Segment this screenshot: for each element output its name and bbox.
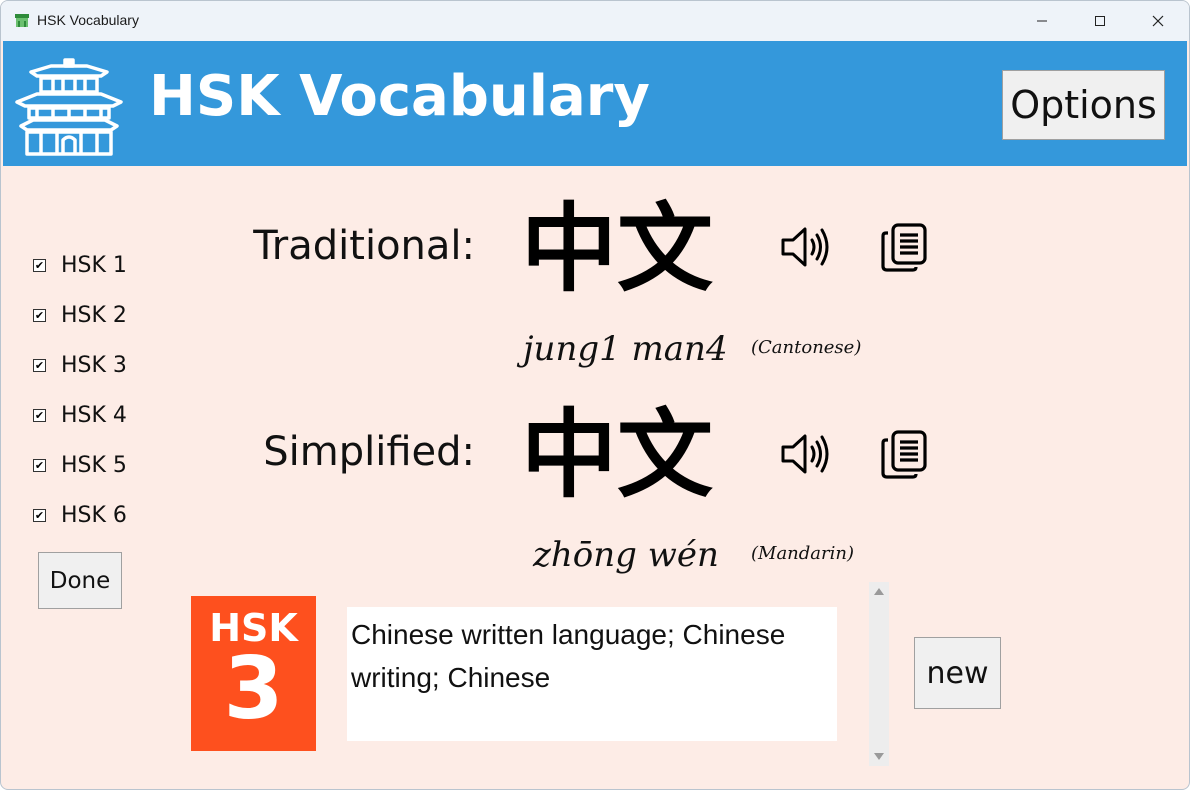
checkbox-box[interactable]: ✔ (33, 258, 46, 272)
close-button[interactable] (1129, 1, 1187, 41)
checkbox-hsk-3[interactable]: ✔ HSK 3 (33, 352, 127, 378)
window-title: HSK Vocabulary (37, 12, 139, 28)
checkbox-label: HSK 3 (61, 352, 127, 378)
simplified-label: Simplified: (263, 429, 475, 475)
traditional-characters: 中文 (521, 193, 713, 305)
copy-icon (881, 430, 927, 479)
mandarin-tag: (Mandarin) (751, 543, 855, 564)
checkbox-hsk-4[interactable]: ✔ HSK 4 (33, 402, 127, 428)
checkbox-label: HSK 1 (61, 252, 127, 278)
play-simplified-button[interactable] (777, 426, 833, 482)
close-icon (1152, 15, 1164, 27)
cantonese-tag: (Cantonese) (751, 337, 862, 358)
copy-icon (881, 223, 927, 272)
checkbox-hsk-2[interactable]: ✔ HSK 2 (33, 302, 127, 328)
definition-line: writing; Chinese (351, 662, 551, 693)
minimize-icon (1037, 20, 1047, 22)
done-button[interactable]: Done (38, 552, 122, 609)
simplified-characters: 中文 (521, 399, 713, 511)
play-traditional-button[interactable] (777, 219, 833, 275)
title-bar: HSK Vocabulary (1, 1, 1189, 41)
hsk-level-badge: HSK 3 (191, 596, 316, 751)
app-icon (15, 14, 29, 27)
copy-simplified-button[interactable] (877, 426, 933, 482)
maximize-icon (1095, 16, 1105, 26)
cantonese-romanization: jung1 man4 (523, 329, 728, 369)
checkbox-hsk-5[interactable]: ✔ HSK 5 (33, 452, 127, 478)
copy-traditional-button[interactable] (877, 219, 933, 275)
pinyin: zhōng wén (533, 535, 719, 575)
pagoda-icon (15, 58, 123, 156)
checkbox-box[interactable]: ✔ (33, 508, 46, 522)
checkbox-label: HSK 4 (61, 402, 127, 428)
checkbox-box[interactable]: ✔ (33, 308, 46, 322)
checkbox-label: HSK 2 (61, 302, 127, 328)
speaker-icon (781, 227, 829, 267)
app-header: HSK Vocabulary Options (3, 41, 1187, 166)
new-word-button[interactable]: new (914, 637, 1001, 709)
checkbox-box[interactable]: ✔ (33, 408, 46, 422)
minimize-button[interactable] (1013, 1, 1071, 41)
checkbox-label: HSK 5 (61, 452, 127, 478)
checkbox-box[interactable]: ✔ (33, 358, 46, 372)
checkbox-box[interactable]: ✔ (33, 458, 46, 472)
scroll-down-arrow-icon[interactable] (874, 753, 884, 760)
app-title: HSK Vocabulary (149, 64, 650, 129)
definition-line: Chinese written language; Chinese (351, 619, 786, 650)
traditional-label: Traditional: (253, 223, 475, 269)
speaker-icon (781, 434, 829, 474)
hsk-badge-level: 3 (223, 639, 284, 739)
scroll-up-arrow-icon[interactable] (874, 588, 884, 595)
options-button[interactable]: Options (1002, 70, 1165, 140)
app-window: HSK Vocabulary HSK Vocabulary Options ✔ … (0, 0, 1190, 790)
checkbox-hsk-1[interactable]: ✔ HSK 1 (33, 252, 127, 278)
checkbox-hsk-6[interactable]: ✔ HSK 6 (33, 502, 127, 528)
maximize-button[interactable] (1071, 1, 1129, 41)
checkbox-label: HSK 6 (61, 502, 127, 528)
definition-scrollbar[interactable] (869, 582, 889, 766)
definition-text[interactable]: Chinese written language; Chinese writin… (347, 607, 837, 741)
